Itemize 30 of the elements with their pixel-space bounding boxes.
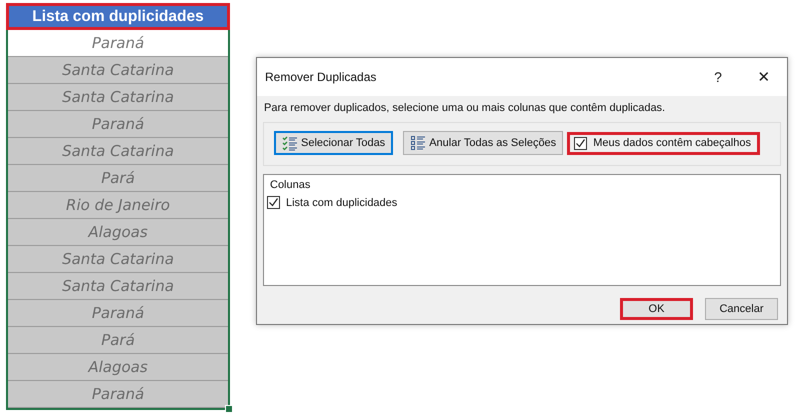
headers-checkbox[interactable]: Meus dados contêm cabeçalhos [567,132,760,154]
table-cell: Santa Catarina [8,138,228,165]
table-cell: Paraná [8,381,228,408]
fill-handle[interactable] [225,405,233,413]
table-cell: Paraná [8,300,228,327]
check-icon [268,197,279,208]
table-cell: Alagoas [8,354,228,381]
cancel-button[interactable]: Cancelar [705,298,778,320]
instruction-text: Para remover duplicados, selecione uma ou mais colunas que contêm duplicadas. [264,102,666,114]
checklist-icon [282,135,298,151]
ok-button[interactable]: OK [620,298,693,320]
table-cell: Rio de Janeiro [8,192,228,219]
table-cell: Santa Catarina [8,273,228,300]
unselect-all-button[interactable]: Anular Todas as Seleções [403,131,564,155]
table-cell: Alagoas [8,219,228,246]
column-checkbox[interactable]: Lista com duplicidades [267,196,774,209]
table-cell: Santa Catarina [8,246,228,273]
table-cell: Pará [8,165,228,192]
table-cell: Santa Catarina [8,84,228,111]
window-title: Remover Duplicadas [265,70,378,84]
check-icon [575,138,586,148]
table-cell: Pará [8,327,228,354]
table-cell: Paraná [8,111,228,138]
list-heading: Colunas [270,179,312,191]
close-button[interactable]: ✕ [741,58,787,96]
select-all-button[interactable]: Selecionar Todas [274,131,394,155]
table-cell: Santa Catarina [8,57,228,84]
column-header: Lista com duplicidades [6,3,230,30]
list-icon [410,135,426,151]
help-button[interactable]: ? [695,58,741,96]
